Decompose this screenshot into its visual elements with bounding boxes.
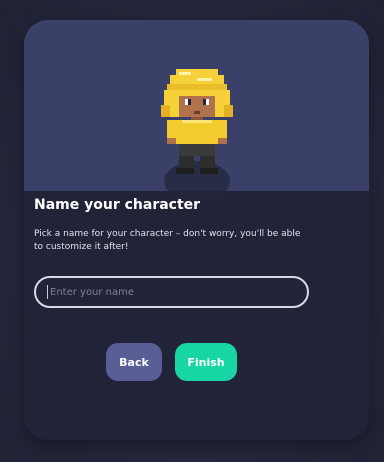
dialog-title: Name your character — [34, 197, 201, 213]
finish-button[interactable]: Finish — [175, 343, 237, 381]
back-button[interactable]: Back — [106, 343, 162, 381]
dialog-description: Pick a name for your character – don't w… — [34, 229, 301, 252]
dialog-content: Name your character Pick a name for your… — [34, 196, 324, 254]
character-preview-panel — [24, 20, 369, 201]
pixel-avatar-icon — [161, 69, 233, 174]
character-name-input[interactable] — [34, 276, 309, 308]
text-cursor — [47, 285, 48, 299]
